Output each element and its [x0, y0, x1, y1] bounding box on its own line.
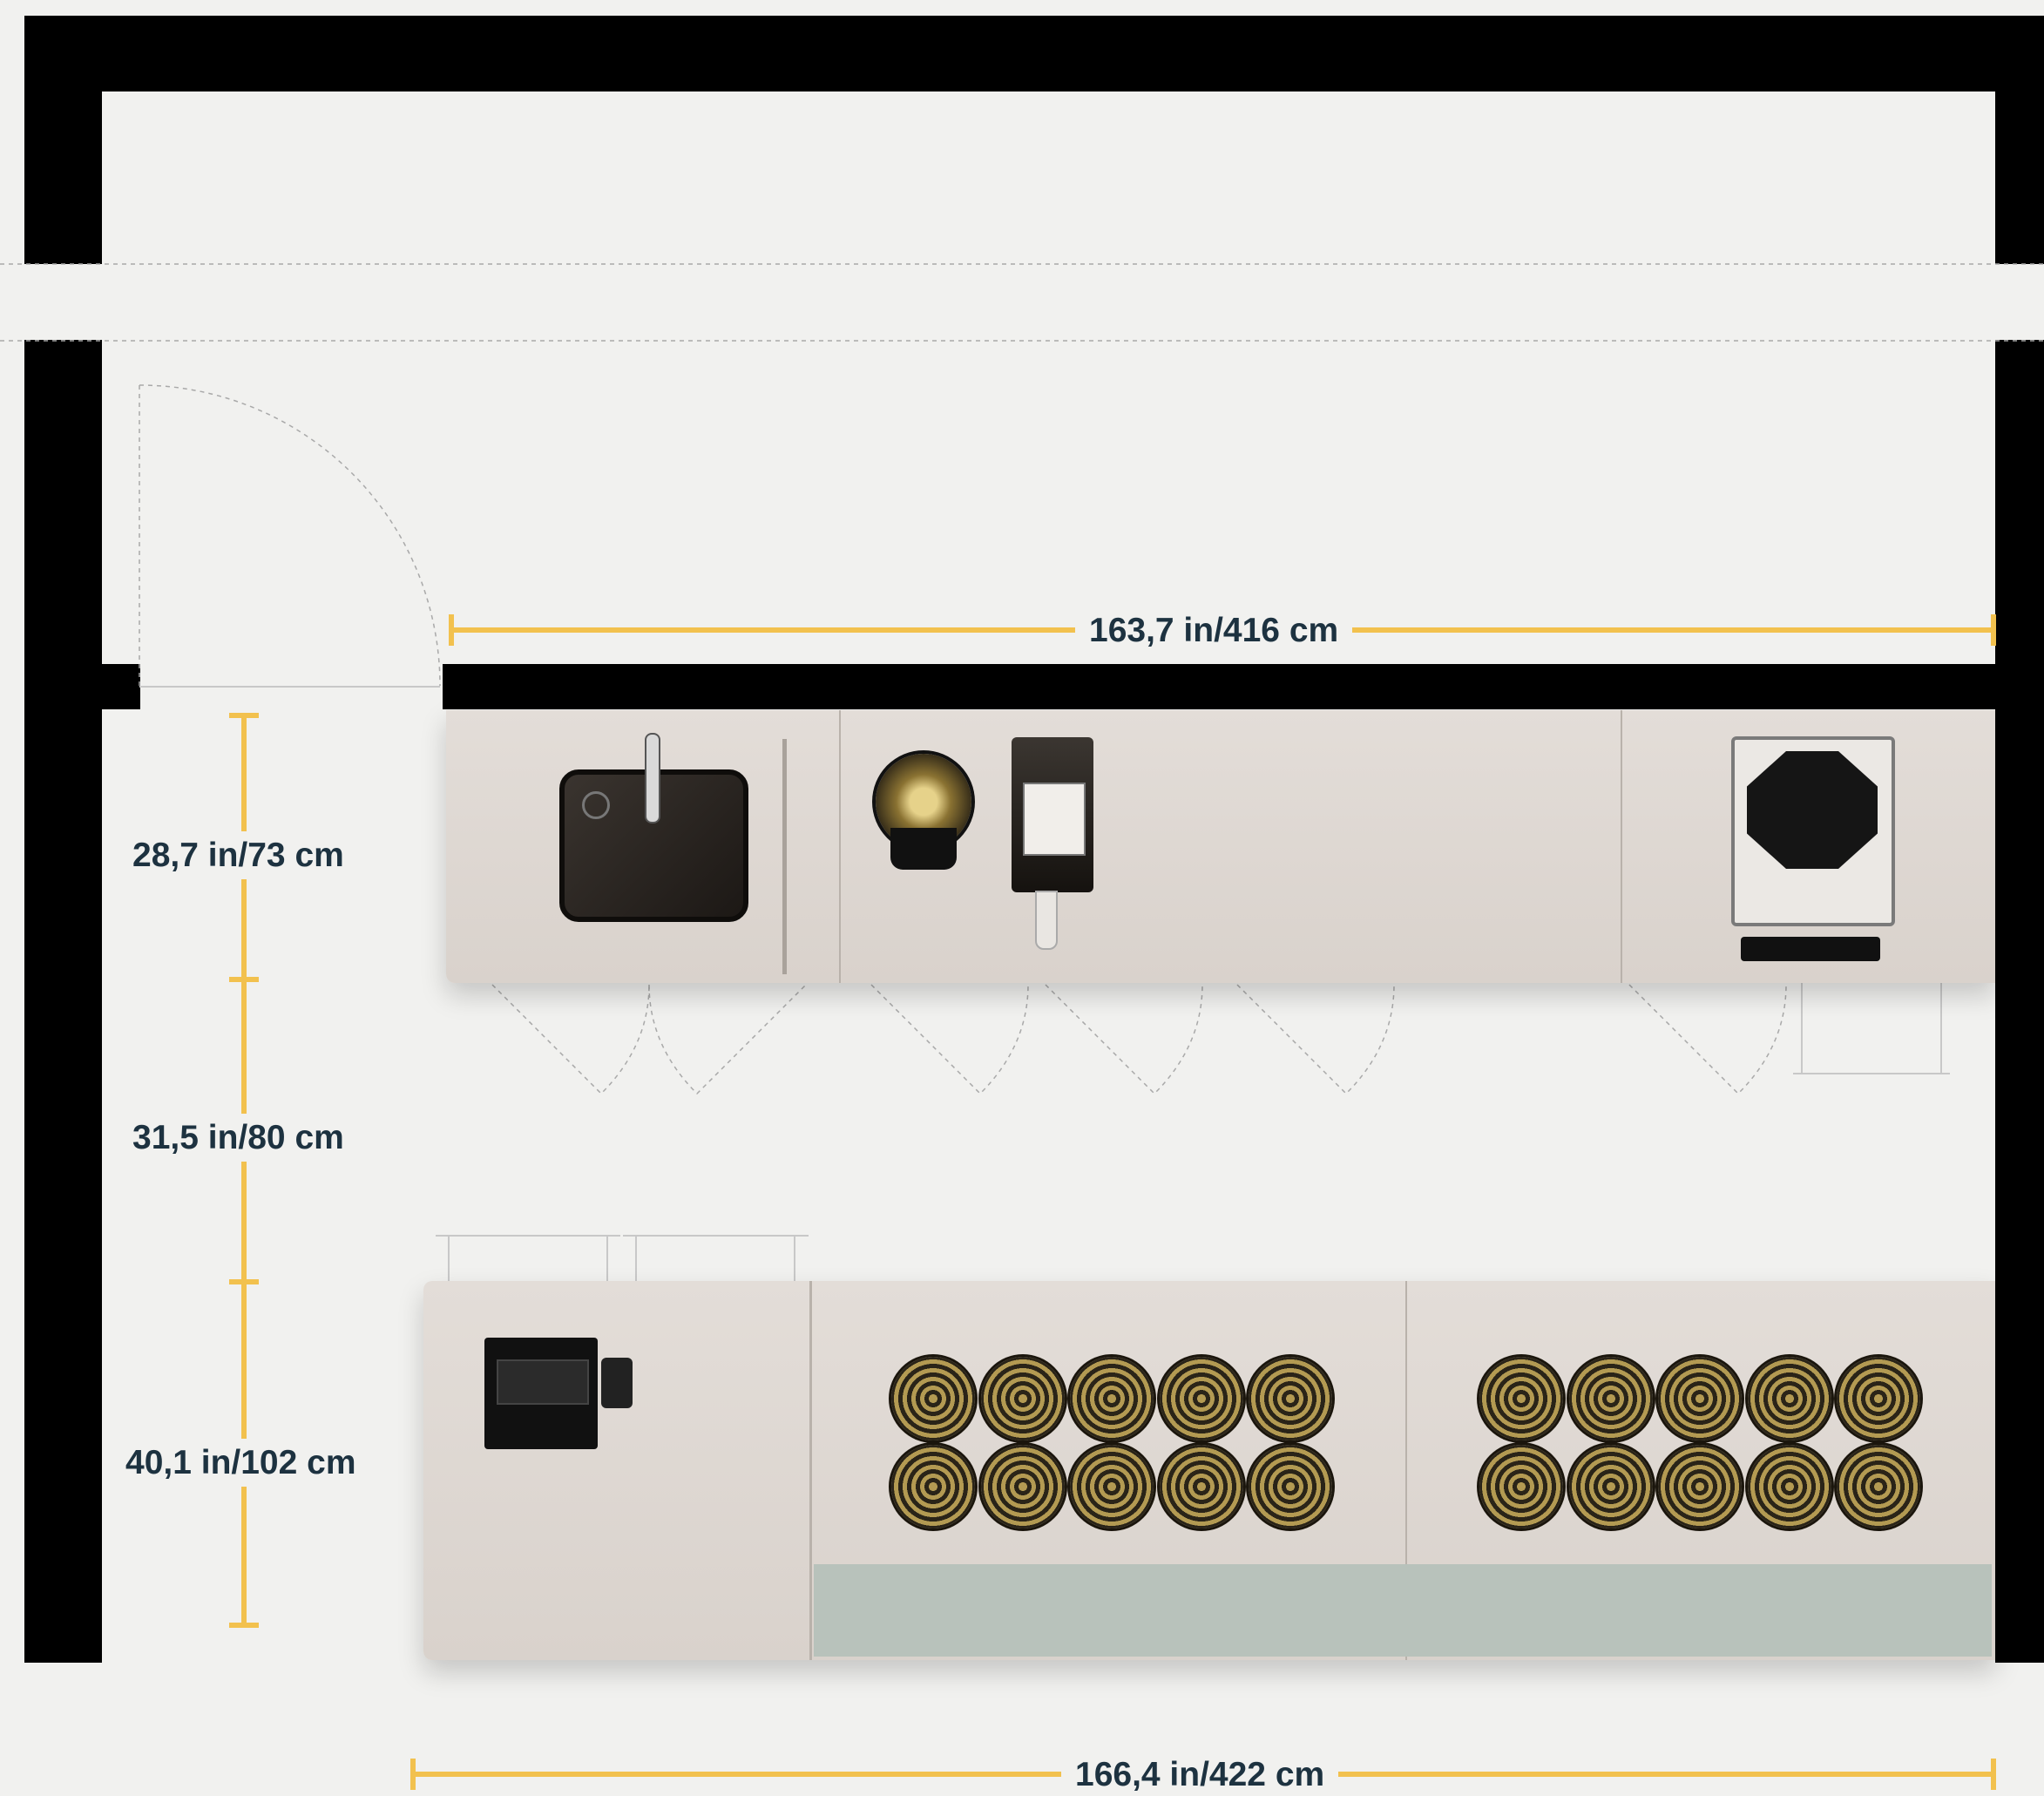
- register-screen-icon: [497, 1359, 589, 1405]
- induction-burner-icon: [1837, 1357, 1920, 1440]
- induction-burner-icon: [1837, 1445, 1920, 1528]
- induction-burner-icon: [1249, 1445, 1332, 1528]
- induction-burner-icon: [1748, 1357, 1831, 1440]
- induction-burner-icon: [1658, 1445, 1742, 1528]
- drain-icon: [582, 791, 610, 819]
- dimension-tick: [1991, 1759, 1996, 1790]
- dimension-label-aisle: 31,5 in/80 cm: [127, 1114, 349, 1162]
- dimension-label-counter-depth-top: 28,7 in/73 cm: [127, 831, 349, 879]
- dimension-tick: [1991, 614, 1996, 646]
- counter-seam: [839, 710, 841, 983]
- induction-burner-icon: [1070, 1445, 1154, 1528]
- dimension-tick: [229, 713, 259, 718]
- card-reader-icon: [601, 1358, 633, 1408]
- induction-burner-icon: [981, 1445, 1065, 1528]
- dimension-tick: [229, 1623, 259, 1628]
- dimension-label-top-width: 163,7 in/416 cm: [1075, 613, 1353, 647]
- espresso-grille-icon: [1747, 751, 1878, 869]
- induction-burner-icon: [1479, 1357, 1563, 1440]
- dimension-tick: [410, 1759, 416, 1790]
- dispenser-panel-icon: [1023, 783, 1086, 856]
- counter-seam: [1621, 710, 1622, 983]
- induction-burner-icon: [891, 1357, 975, 1440]
- induction-burner-icon: [1748, 1445, 1831, 1528]
- dimension-tick: [449, 614, 454, 646]
- induction-burner-icon: [891, 1445, 975, 1528]
- display-case-glass: [814, 1564, 1992, 1657]
- dimension-tick: [229, 977, 259, 982]
- induction-burner-icon: [1479, 1445, 1563, 1528]
- faucet-icon: [646, 735, 659, 822]
- dispenser-tap-icon: [1035, 891, 1058, 950]
- induction-burner-icon: [1658, 1357, 1742, 1440]
- rail-icon: [782, 739, 787, 974]
- dimension-label-counter-depth-bottom: 40,1 in/102 cm: [120, 1439, 362, 1487]
- induction-burner-icon: [1160, 1445, 1243, 1528]
- induction-burner-icon: [1249, 1357, 1332, 1440]
- counter-seam: [809, 1281, 812, 1660]
- induction-burner-icon: [1569, 1445, 1653, 1528]
- induction-burner-icon: [1569, 1357, 1653, 1440]
- espresso-base-icon: [1741, 937, 1880, 961]
- grinder-base-icon: [890, 828, 957, 870]
- induction-burner-icon: [1160, 1357, 1243, 1440]
- induction-burner-icon: [1070, 1357, 1154, 1440]
- induction-burner-icon: [981, 1357, 1065, 1440]
- dimension-tick: [229, 1279, 259, 1284]
- dimension-label-bottom-width: 166,4 in/422 cm: [1061, 1758, 1339, 1792]
